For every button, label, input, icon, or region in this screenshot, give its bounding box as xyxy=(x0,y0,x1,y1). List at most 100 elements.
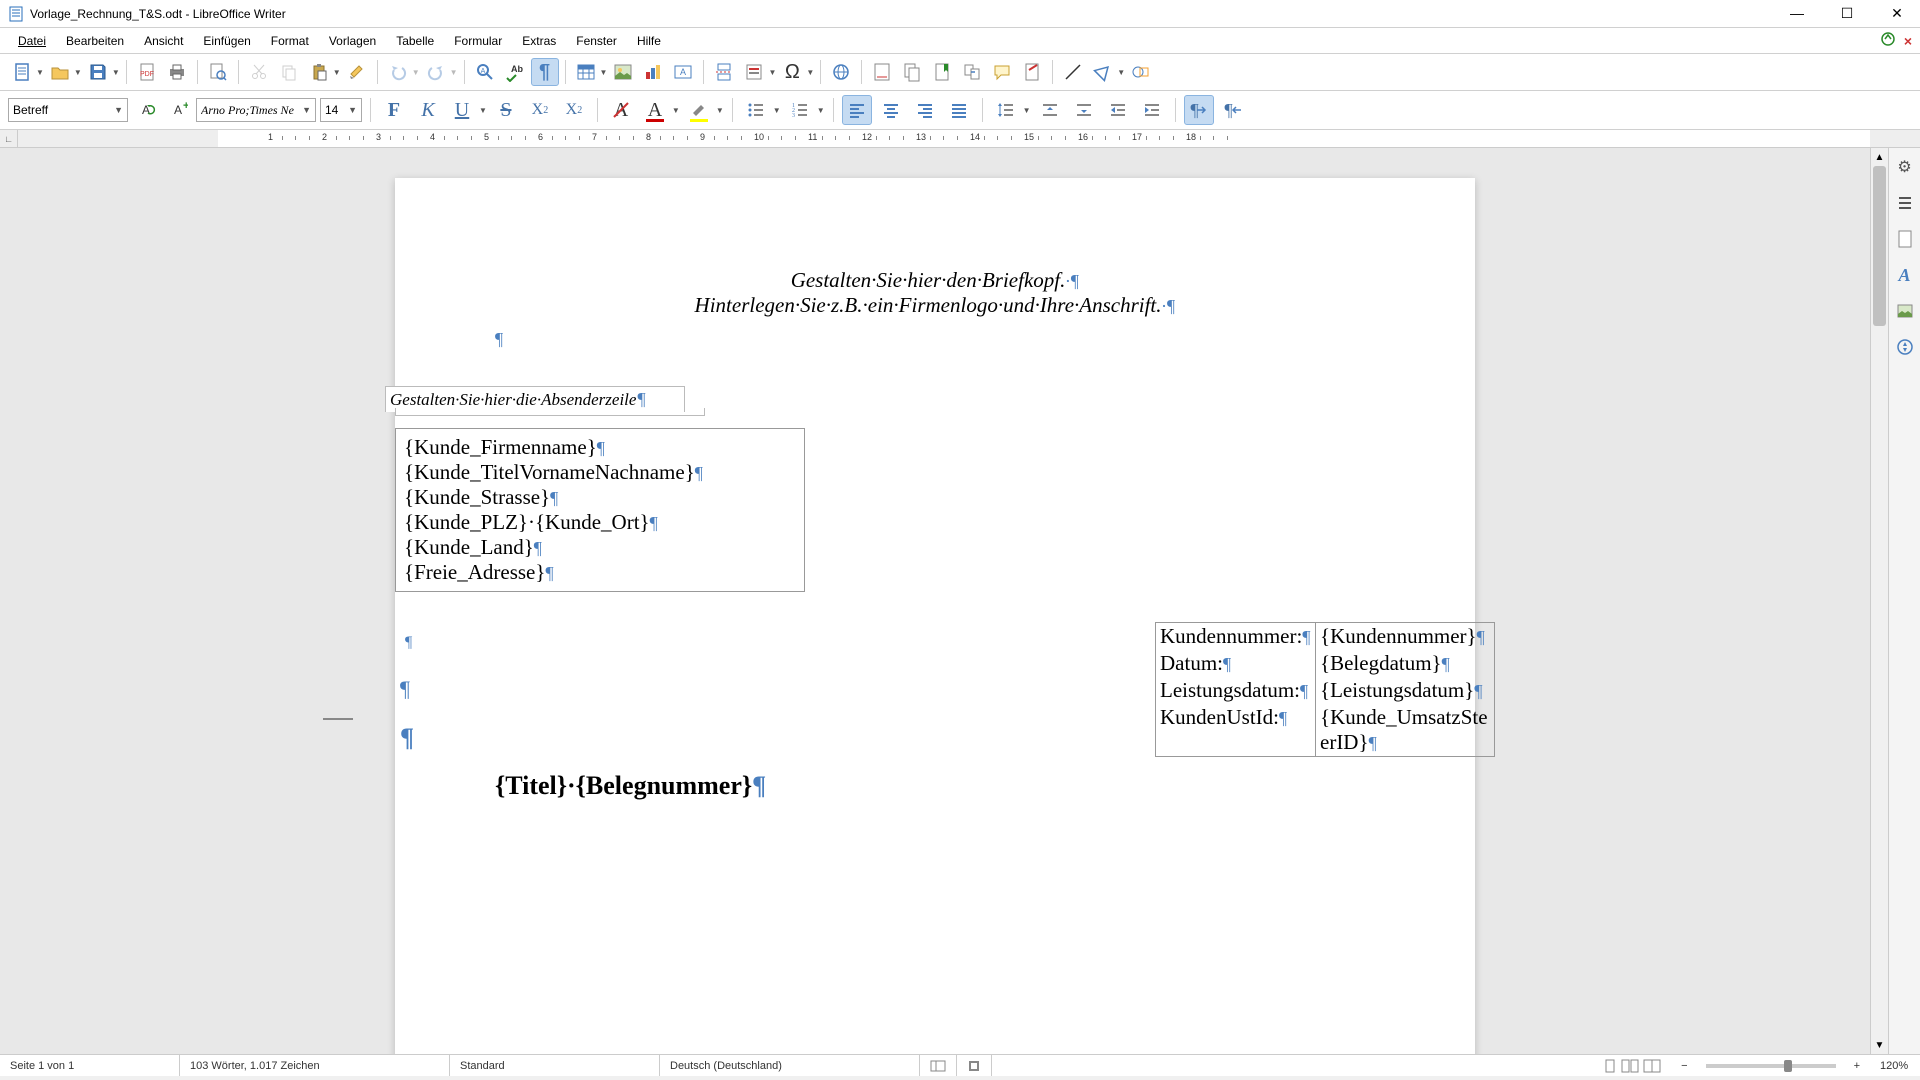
clear-formatting-button[interactable]: A xyxy=(606,95,636,125)
info-row[interactable]: Leistungsdatum:¶{Leistungsdatum}¶ xyxy=(1156,677,1494,704)
redo-button[interactable] xyxy=(422,58,450,86)
header-line-1[interactable]: Gestalten·Sie·hier·den·Briefkopf.·¶ xyxy=(495,268,1375,293)
formatting-marks-button[interactable]: ¶ xyxy=(531,58,559,86)
vertical-scrollbar[interactable]: ▲ ▼ xyxy=(1870,148,1888,1054)
basic-shapes-button[interactable] xyxy=(1089,58,1117,86)
sidebar-gallery-icon[interactable] xyxy=(1892,298,1918,324)
clone-formatting-button[interactable] xyxy=(343,58,371,86)
draw-functions-button[interactable] xyxy=(1127,58,1155,86)
print-button[interactable] xyxy=(163,58,191,86)
save-button[interactable] xyxy=(84,58,112,86)
align-left-button[interactable] xyxy=(842,95,872,125)
comment-button[interactable] xyxy=(988,58,1016,86)
menu-insert[interactable]: Einfügen xyxy=(193,30,260,52)
decrease-spacing-button[interactable] xyxy=(1069,95,1099,125)
superscript-button[interactable]: X2 xyxy=(525,95,555,125)
sidebar-navigator-icon[interactable] xyxy=(1892,334,1918,360)
maximize-button[interactable]: ☐ xyxy=(1832,5,1862,22)
scroll-down-icon[interactable]: ▼ xyxy=(1871,1036,1888,1054)
menu-help[interactable]: Hilfe xyxy=(627,30,671,52)
decrease-indent-button[interactable] xyxy=(1137,95,1167,125)
minimize-button[interactable]: — xyxy=(1782,5,1812,22)
save-dropdown[interactable]: ▼ xyxy=(112,68,120,77)
menu-file[interactable]: Datei xyxy=(8,30,56,52)
address-line[interactable]: {Kunde_Land}¶ xyxy=(404,535,796,560)
update-icon[interactable] xyxy=(1880,31,1896,50)
close-doc-icon[interactable]: × xyxy=(1904,33,1912,49)
sidebar-styles-icon[interactable]: A xyxy=(1892,262,1918,288)
empty-paragraph[interactable]: ¶ xyxy=(400,676,410,702)
status-selection-mode[interactable] xyxy=(957,1055,992,1076)
subscript-button[interactable]: X2 xyxy=(559,95,589,125)
special-char-button[interactable]: Ω xyxy=(778,58,806,86)
update-style-button[interactable]: A xyxy=(132,96,160,124)
bullet-dropdown[interactable]: ▼ xyxy=(773,106,781,115)
close-button[interactable]: ✕ xyxy=(1882,5,1912,22)
zoom-out-button[interactable]: − xyxy=(1671,1055,1697,1076)
scrollbar-thumb[interactable] xyxy=(1873,166,1886,326)
menu-edit[interactable]: Bearbeiten xyxy=(56,30,134,52)
insert-field-button[interactable] xyxy=(740,58,768,86)
increase-indent-button[interactable] xyxy=(1103,95,1133,125)
find-replace-button[interactable]: A xyxy=(471,58,499,86)
cross-ref-button[interactable] xyxy=(958,58,986,86)
zoom-value[interactable]: 120% xyxy=(1870,1055,1920,1076)
hyperlink-button[interactable] xyxy=(827,58,855,86)
bullet-list-button[interactable] xyxy=(741,95,771,125)
endnote-button[interactable] xyxy=(898,58,926,86)
paste-dropdown[interactable]: ▼ xyxy=(333,68,341,77)
cut-button[interactable] xyxy=(245,58,273,86)
strikethrough-button[interactable]: S xyxy=(491,95,521,125)
line-button[interactable] xyxy=(1059,58,1087,86)
print-preview-button[interactable] xyxy=(204,58,232,86)
address-line[interactable]: {Freie_Adresse}¶ xyxy=(404,560,796,585)
align-justify-button[interactable] xyxy=(944,95,974,125)
status-insert-mode[interactable] xyxy=(920,1055,957,1076)
bold-button[interactable]: F xyxy=(379,95,409,125)
multi-page-icon[interactable] xyxy=(1621,1059,1639,1073)
address-line[interactable]: {Kunde_Firmenname}¶ xyxy=(404,435,796,460)
special-char-dropdown[interactable]: ▼ xyxy=(806,68,814,77)
rtl-button[interactable]: ¶ xyxy=(1218,95,1248,125)
spellcheck-button[interactable]: Ab xyxy=(501,58,529,86)
info-row[interactable]: KundenUstId:¶{Kunde_UmsatzSteerID}¶ xyxy=(1156,704,1494,756)
table-dropdown[interactable]: ▼ xyxy=(600,68,608,77)
menu-styles[interactable]: Vorlagen xyxy=(319,30,386,52)
align-right-button[interactable] xyxy=(910,95,940,125)
open-dropdown[interactable]: ▼ xyxy=(74,68,82,77)
single-page-icon[interactable] xyxy=(1603,1059,1617,1073)
menu-form[interactable]: Formular xyxy=(444,30,512,52)
footnote-button[interactable] xyxy=(868,58,896,86)
sidebar-page-icon[interactable] xyxy=(1892,226,1918,252)
underline-button[interactable]: U xyxy=(447,95,477,125)
address-line[interactable]: {Kunde_TitelVornameNachname}¶ xyxy=(404,460,796,485)
menu-format[interactable]: Format xyxy=(261,30,319,52)
font-name-combo[interactable]: Arno Pro;Times Ne ▼ xyxy=(196,98,316,122)
insert-image-button[interactable] xyxy=(609,58,637,86)
italic-button[interactable]: K xyxy=(413,95,443,125)
horizontal-ruler[interactable]: ∟ 123456789101112131415161718 xyxy=(0,130,1920,148)
align-center-button[interactable] xyxy=(876,95,906,125)
insert-textbox-button[interactable]: A xyxy=(669,58,697,86)
paste-button[interactable] xyxy=(305,58,333,86)
copy-button[interactable] xyxy=(275,58,303,86)
bookmark-button[interactable] xyxy=(928,58,956,86)
font-size-combo[interactable]: 14 ▼ xyxy=(320,98,362,122)
undo-dropdown[interactable]: ▼ xyxy=(412,68,420,77)
undo-button[interactable] xyxy=(384,58,412,86)
increase-spacing-button[interactable] xyxy=(1035,95,1065,125)
new-dropdown[interactable]: ▼ xyxy=(36,68,44,77)
paragraph-style-combo[interactable]: Betreff ▼ xyxy=(8,98,128,122)
line-spacing-dropdown[interactable]: ▼ xyxy=(1023,106,1031,115)
menu-extras[interactable]: Extras xyxy=(512,30,566,52)
empty-paragraph[interactable]: ¶ xyxy=(405,628,412,653)
highlight-color-button[interactable] xyxy=(684,95,714,125)
number-dropdown[interactable]: ▼ xyxy=(817,106,825,115)
track-changes-button[interactable] xyxy=(1018,58,1046,86)
address-line[interactable]: {Kunde_PLZ}·{Kunde_Ort}¶ xyxy=(404,510,796,535)
document-title[interactable]: {Titel}·{Belegnummer}¶ xyxy=(495,771,1375,801)
number-list-button[interactable]: 123 xyxy=(785,95,815,125)
menu-table[interactable]: Tabelle xyxy=(386,30,444,52)
info-frame[interactable]: Kundennummer:¶{Kundennummer}¶Datum:¶{Bel… xyxy=(1155,622,1495,757)
sidebar-properties-icon[interactable] xyxy=(1892,190,1918,216)
